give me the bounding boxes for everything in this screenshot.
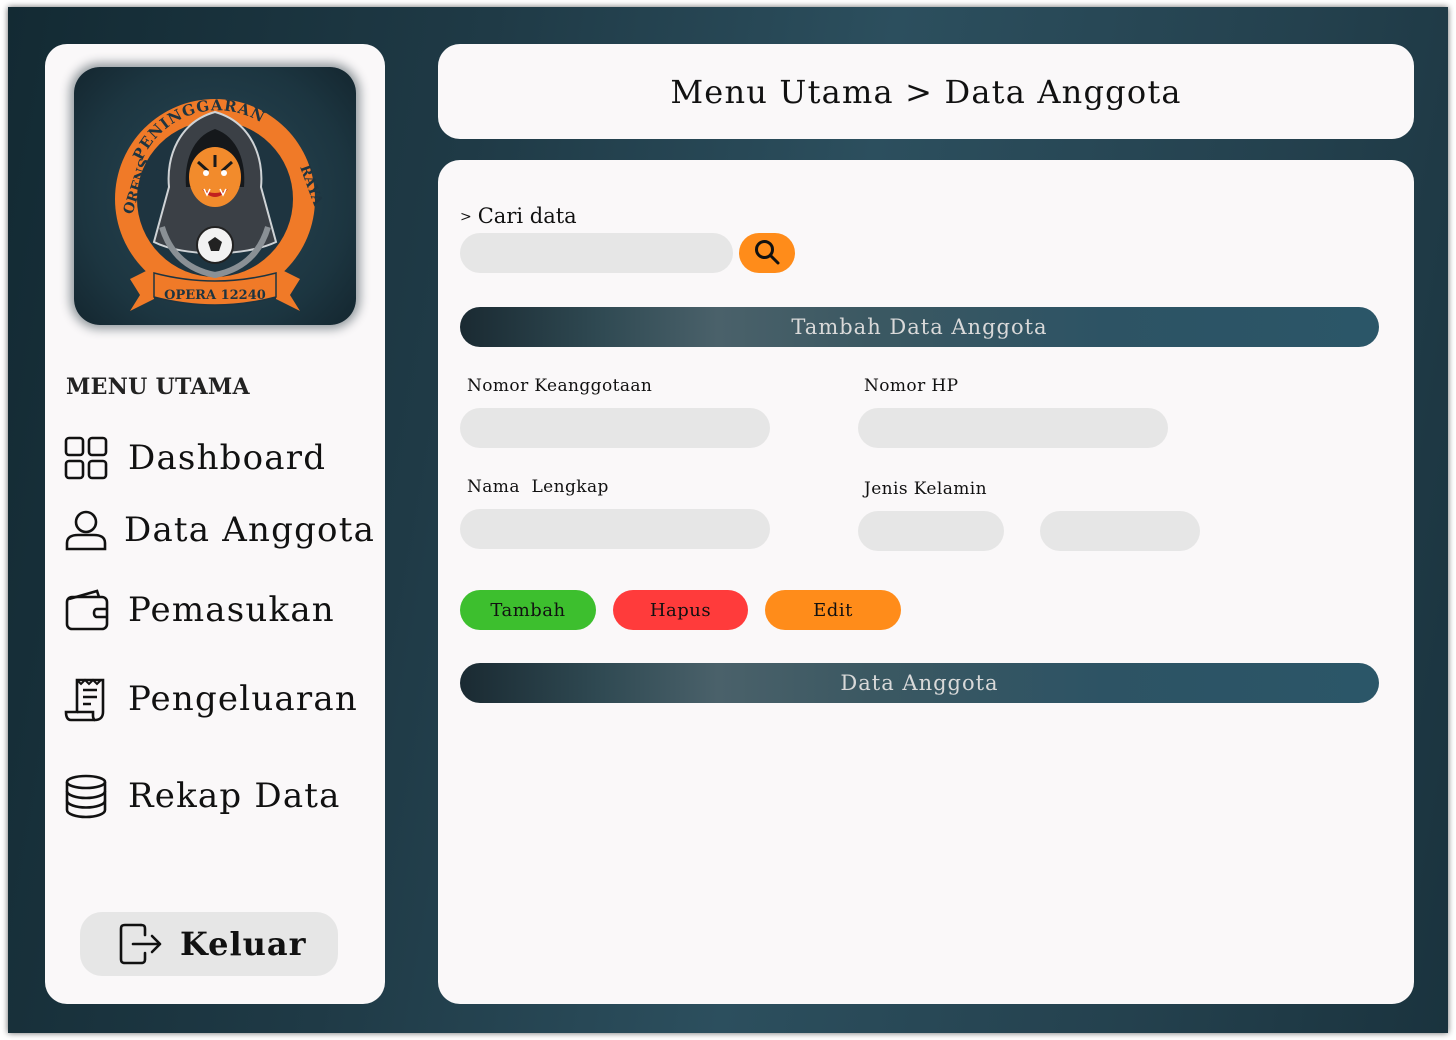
- logo-banner-text: OPERA 12240: [164, 288, 266, 303]
- user-icon: [62, 506, 110, 554]
- nomor-keanggotaan-field[interactable]: [460, 408, 770, 448]
- jenis-kelamin-option-2[interactable]: [1040, 511, 1200, 551]
- sidebar-item-pengeluaran[interactable]: Pengeluaran: [62, 675, 358, 723]
- breadcrumb: Menu Utama > Data Anggota: [670, 72, 1182, 111]
- nomor-hp-field[interactable]: [858, 408, 1168, 448]
- club-logo: PENINGGARAN ORENS RAYA OPERA 12240: [74, 67, 356, 325]
- logout-icon: [116, 920, 164, 968]
- form-section-header: Tambah Data Anggota: [460, 307, 1379, 347]
- sidebar-item-label: Pemasukan: [128, 590, 335, 630]
- jenis-kelamin-option-1[interactable]: [858, 511, 1004, 551]
- receipt-icon: [62, 675, 110, 723]
- sidebar-item-rekap-data[interactable]: Rekap Data: [62, 772, 341, 820]
- search-icon: [753, 238, 781, 269]
- menu-heading: MENU UTAMA: [66, 374, 250, 400]
- search-label-text: Cari data: [477, 204, 577, 228]
- wallet-icon: [62, 586, 110, 634]
- sidebar-item-dashboard[interactable]: Dashboard: [62, 434, 326, 482]
- sidebar-item-label: Data Anggota: [124, 510, 376, 550]
- logout-button[interactable]: Keluar: [80, 912, 338, 976]
- page-header: Menu Utama > Data Anggota: [438, 44, 1414, 139]
- dashboard-grid-icon: [62, 434, 110, 482]
- database-icon: [62, 772, 110, 820]
- jenis-kelamin-label: Jenis Kelamin: [864, 479, 987, 499]
- edit-button[interactable]: Edit: [765, 590, 901, 630]
- sidebar-item-label: Pengeluaran: [128, 679, 358, 719]
- search-input[interactable]: [460, 233, 733, 273]
- nama-lengkap-field[interactable]: [460, 509, 770, 549]
- nomor-keanggotaan-label: Nomor Keanggotaan: [467, 376, 653, 396]
- nomor-hp-label: Nomor HP: [864, 376, 959, 396]
- search-label: > Cari data: [460, 204, 577, 228]
- search-button[interactable]: [739, 233, 795, 273]
- sidebar-item-label: Rekap Data: [128, 776, 341, 816]
- sidebar-item-data-anggota[interactable]: Data Anggota: [62, 506, 375, 554]
- form-section-title: Tambah Data Anggota: [791, 315, 1048, 339]
- data-anggota-section-title: Data Anggota: [840, 671, 999, 695]
- logo-emblem: PENINGGARAN ORENS RAYA OPERA 12240: [115, 96, 326, 311]
- sidebar-item-pemasukan[interactable]: Pemasukan: [62, 586, 335, 634]
- hapus-button[interactable]: Hapus: [613, 590, 748, 630]
- tambah-button[interactable]: Tambah: [460, 590, 596, 630]
- sidebar-item-label: Dashboard: [128, 438, 327, 478]
- caret-right-icon: >: [460, 209, 472, 225]
- nama-lengkap-label: Nama Lengkap: [467, 477, 609, 497]
- logout-label: Keluar: [180, 925, 307, 963]
- main-panel: > Cari data Tambah Data Anggota Nomor Kea…: [438, 160, 1414, 1004]
- data-anggota-section-header: Data Anggota: [460, 663, 1379, 703]
